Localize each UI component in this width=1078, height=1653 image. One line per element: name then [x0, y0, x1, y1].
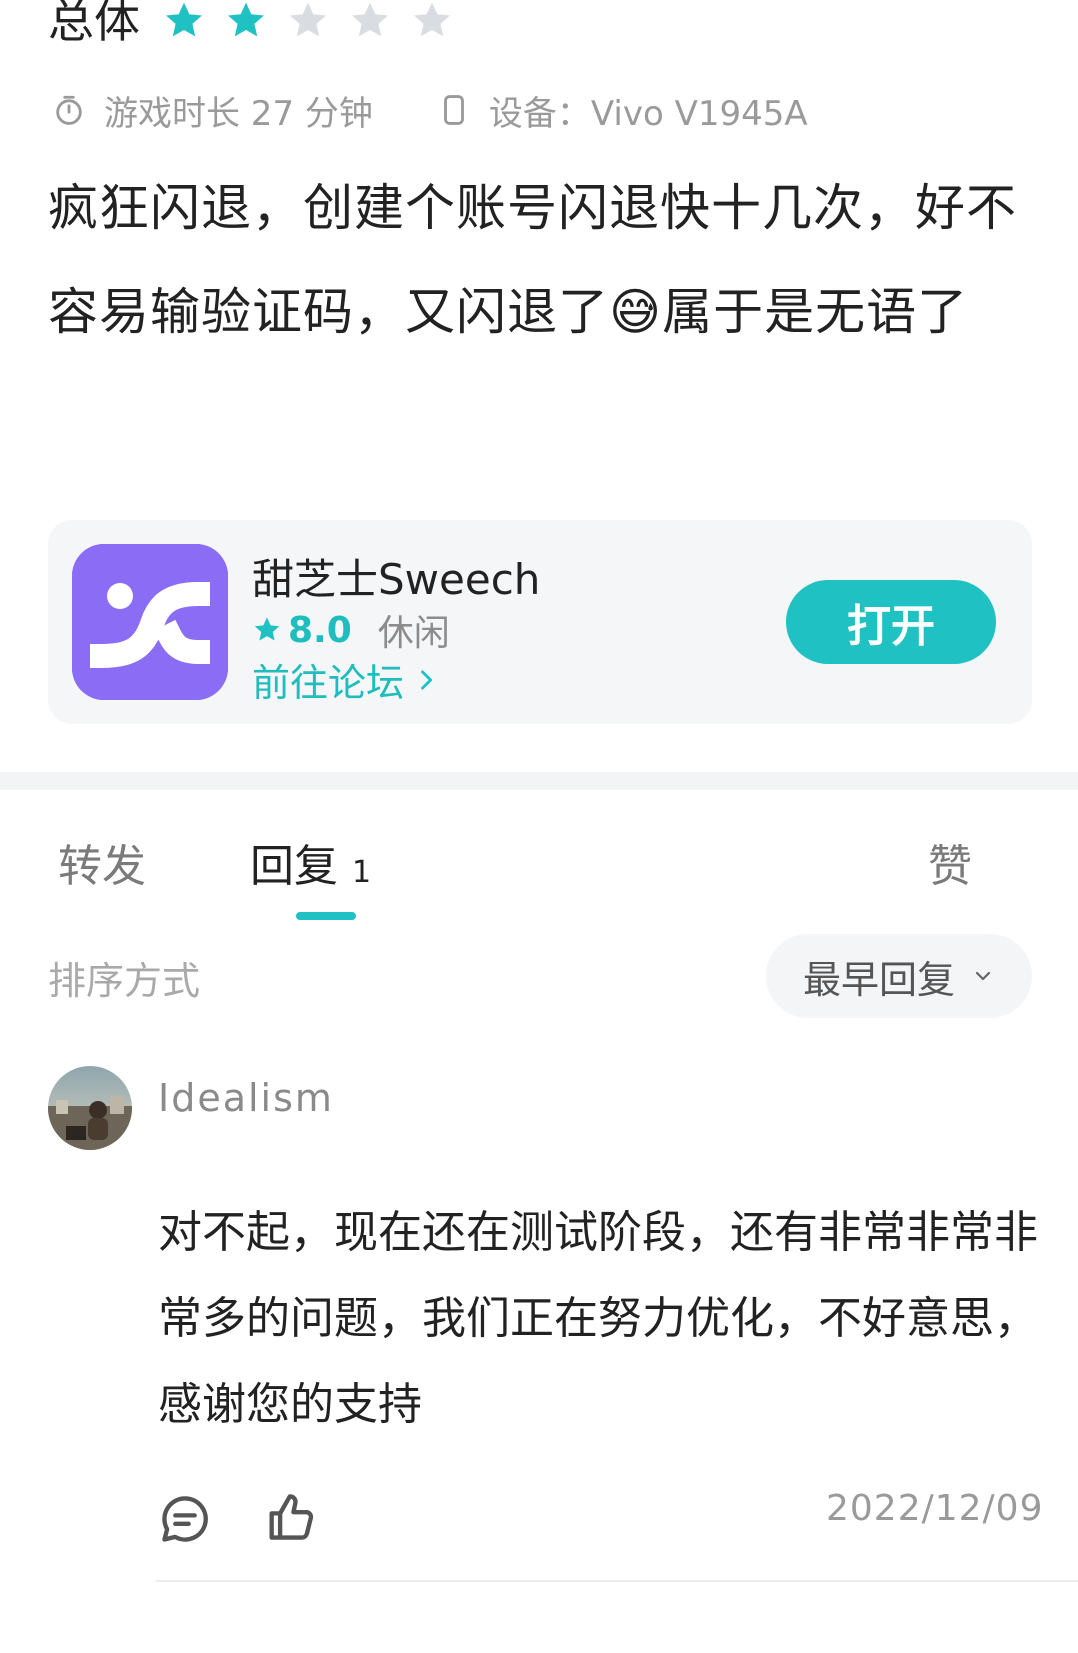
review-meta: 游戏时长 27 分钟 设备：Vivo V1945A: [52, 86, 808, 134]
star-icon: [228, 2, 264, 37]
reply-tabs: 转发 回复 1 赞: [0, 818, 1078, 904]
forum-link-label: 前往论坛: [252, 661, 405, 705]
active-tab-indicator: [296, 912, 356, 920]
rating-label: 总体: [48, 0, 140, 48]
sweech-logo-icon: [72, 544, 228, 700]
sort-label: 排序方式: [48, 959, 201, 1003]
section-divider: [0, 772, 1078, 790]
tab-label: 赞: [928, 841, 972, 892]
phone-icon: [443, 95, 464, 125]
comment-icon[interactable]: [156, 1490, 214, 1548]
rating-row: 总体: [48, 0, 454, 56]
app-icon: [72, 544, 228, 700]
thumbs-up-icon[interactable]: [262, 1488, 320, 1546]
star-icon: [414, 2, 450, 37]
tab-forward[interactable]: 转发: [58, 830, 146, 894]
star-icon: [352, 2, 388, 37]
sort-dropdown[interactable]: 最早回复: [766, 934, 1032, 1018]
reply-text: 对不起，现在还在测试阶段，还有非常非常非常多的问题，我们正在努力优化，不好意思，…: [158, 1207, 1038, 1430]
review-text: 疯狂闪退，创建个账号闪退快十几次，好不容易输验证码，又闪退了😅属于是无语了: [48, 179, 1017, 341]
sort-selected: 最早回复: [802, 957, 955, 1002]
tab-label: 转发: [58, 841, 146, 892]
star-rating: [162, 0, 454, 43]
timer-icon: [56, 95, 82, 125]
app-score: 8.0: [288, 609, 352, 651]
star-icon: [254, 617, 280, 641]
avatar[interactable]: [48, 1066, 132, 1150]
reply-date: 2022/12/09: [826, 1488, 1044, 1529]
open-app-button[interactable]: 打开: [786, 580, 996, 664]
device: 设备：Vivo V1945A: [437, 86, 808, 135]
chevron-right-icon: [421, 669, 433, 690]
app-score-row: 8.0 休闲: [252, 604, 450, 656]
reply-count: 1: [352, 855, 372, 890]
star-icon: [290, 2, 326, 37]
app-genre: 休闲: [377, 613, 450, 654]
play-time: 游戏时长 27 分钟: [52, 86, 373, 135]
forum-link[interactable]: 前往论坛: [252, 652, 440, 707]
app-card[interactable]: 甜芝士Sweech 8.0 休闲 前往论坛 打开: [48, 520, 1032, 724]
tab-reply[interactable]: 回复 1: [250, 830, 371, 894]
star-icon: [166, 2, 202, 37]
reply-username[interactable]: Idealism: [158, 1076, 334, 1120]
tab-label: 回复: [250, 841, 338, 892]
tab-like[interactable]: 赞: [928, 830, 972, 894]
chevron-down-icon: [975, 971, 991, 981]
avatar-image: [48, 1066, 132, 1150]
device-text: 设备：Vivo V1945A: [488, 93, 808, 134]
app-name: 甜芝士Sweech: [252, 555, 541, 604]
play-time-text: 游戏时长 27 分钟: [104, 93, 373, 134]
reply-divider: [156, 1580, 1078, 1582]
